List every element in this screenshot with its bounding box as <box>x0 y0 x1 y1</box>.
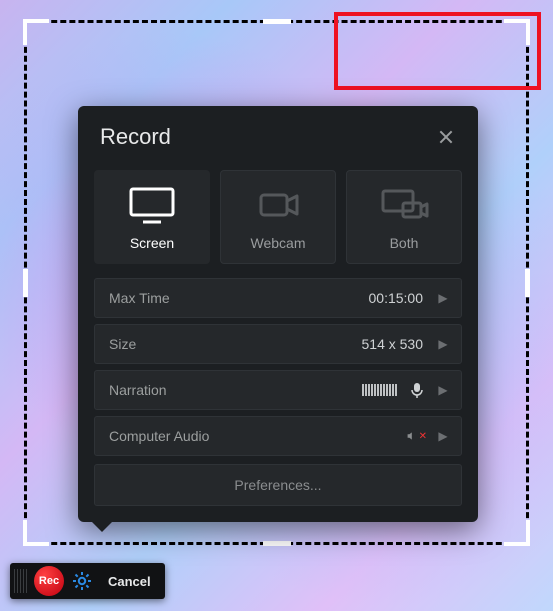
preferences-button[interactable]: Preferences... <box>94 464 462 506</box>
panel-title: Record <box>100 124 171 150</box>
record-panel: Record Screen Webcam Both <box>78 106 478 522</box>
audio-label: Computer Audio <box>109 428 407 444</box>
mute-x-icon: ✕ <box>419 431 427 442</box>
panel-pointer <box>92 522 112 532</box>
row-computer-audio[interactable]: Computer Audio ✕ ▶ <box>94 416 462 456</box>
mode-both[interactable]: Both <box>346 170 462 264</box>
size-value: 514 x 530 <box>362 336 424 352</box>
chevron-right-icon[interactable]: ▶ <box>433 383 453 397</box>
record-toolbar[interactable]: Rec Cancel <box>10 563 165 599</box>
row-maxtime[interactable]: Max Time 00:15:00 ▶ <box>94 278 462 318</box>
mode-screen-label: Screen <box>95 235 209 251</box>
close-icon[interactable] <box>436 127 456 147</box>
monitor-icon <box>125 185 179 225</box>
microphone-icon[interactable] <box>407 380 427 400</box>
drag-grip-icon[interactable] <box>14 569 28 593</box>
chevron-right-icon[interactable]: ▶ <box>433 429 453 443</box>
record-button[interactable]: Rec <box>34 566 64 596</box>
speaker-muted-icon[interactable]: ✕ <box>407 426 427 446</box>
row-narration[interactable]: Narration ▶ <box>94 370 462 410</box>
record-button-label: Rec <box>39 575 59 587</box>
chevron-right-icon[interactable]: ▶ <box>433 291 453 305</box>
cancel-button[interactable]: Cancel <box>100 574 159 589</box>
narration-label: Narration <box>109 382 362 398</box>
record-mode-group: Screen Webcam Both <box>94 170 462 264</box>
mode-screen[interactable]: Screen <box>94 170 210 264</box>
dual-icon <box>377 185 431 225</box>
maxtime-value: 00:15:00 <box>369 290 424 306</box>
volume-meter <box>362 384 397 396</box>
gear-icon[interactable] <box>68 567 96 595</box>
mode-webcam[interactable]: Webcam <box>220 170 336 264</box>
size-label: Size <box>109 336 362 352</box>
mode-both-label: Both <box>347 235 461 251</box>
mode-webcam-label: Webcam <box>221 235 335 251</box>
camera-icon <box>251 185 305 225</box>
preferences-label: Preferences... <box>234 477 321 493</box>
maxtime-label: Max Time <box>109 290 369 306</box>
chevron-right-icon[interactable]: ▶ <box>433 337 453 351</box>
row-size[interactable]: Size 514 x 530 ▶ <box>94 324 462 364</box>
cancel-button-label: Cancel <box>108 574 151 589</box>
